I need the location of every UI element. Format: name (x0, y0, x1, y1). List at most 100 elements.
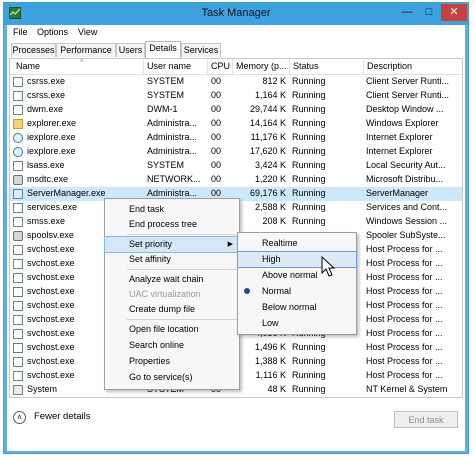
description: Spooler SubSyste... (366, 230, 446, 240)
column-divider[interactable] (363, 59, 364, 74)
table-row[interactable]: explorer.exe Administra... 00 14,164 K Runni… (10, 117, 462, 131)
tab-users[interactable]: Users (116, 43, 145, 57)
menu-separator (127, 234, 237, 235)
description: Host Process for ... (366, 244, 443, 254)
column-divider[interactable] (143, 59, 144, 74)
user-name: Administra... (147, 118, 198, 128)
printer-icon (13, 231, 23, 241)
tab-services[interactable]: Services (181, 43, 221, 57)
process-icon (13, 161, 23, 171)
column-divider[interactable] (289, 59, 290, 74)
priority-normal[interactable]: Normal (238, 284, 356, 299)
end-task-button[interactable]: End task (394, 411, 458, 428)
column-divider[interactable] (207, 59, 208, 74)
table-row[interactable]: lsass.exe SYSTEM 00 3,424 K Running Local Sec… (10, 159, 462, 173)
process-icon (13, 329, 23, 339)
close-button[interactable]: ✕ (441, 4, 467, 21)
table-row[interactable]: iexplore.exe Administra... 00 11,176 K Runni… (10, 131, 462, 145)
description: ServerManager (366, 188, 429, 198)
menu-properties[interactable]: Properties (105, 354, 239, 369)
priority-realtime[interactable]: Realtime (238, 236, 356, 251)
menu-set-affinity[interactable]: Set affinity (105, 252, 239, 267)
status-text: Running (292, 146, 326, 156)
status-text: Running (292, 104, 326, 114)
cpu-value: 00 (211, 132, 222, 142)
process-icon (13, 259, 23, 269)
priority-low[interactable]: Low (238, 316, 356, 331)
table-header: ˄ Name User name CPU Memory (p... Status… (10, 59, 462, 75)
chevron-up-icon[interactable]: ˄ (13, 411, 26, 424)
column-header-status[interactable]: Status (293, 61, 353, 71)
menu-separator (127, 319, 237, 320)
column-divider[interactable] (232, 59, 233, 74)
process-name: dwm.exe (27, 104, 64, 114)
menu-analyze-wait-chain[interactable]: Analyze wait chain (105, 272, 239, 287)
priority-high[interactable]: High (237, 251, 357, 268)
table-row[interactable]: csrss.exe SYSTEM 00 1,164 K Running Client Se… (10, 89, 462, 103)
menu-view[interactable]: View (78, 27, 97, 37)
column-header-user-name[interactable]: User name (147, 61, 207, 71)
tab-processes[interactable]: Processes (11, 43, 56, 57)
menu-end-process-tree[interactable]: End process tree (105, 217, 239, 232)
menu-create-dump-file[interactable]: Create dump file (105, 302, 239, 317)
description: Internet Explorer (366, 146, 433, 156)
priority-normal-label: Normal (262, 286, 292, 296)
description: Windows Explorer (366, 118, 439, 128)
tab-details[interactable]: Details (145, 41, 181, 58)
gear-icon (13, 175, 23, 185)
priority-above-normal[interactable]: Above normal (238, 268, 356, 283)
menu-search-online[interactable]: Search online (105, 338, 239, 353)
process-icon (13, 371, 23, 381)
memory-value: 812 K (262, 76, 286, 86)
column-header-memory[interactable]: Memory (p... (236, 61, 292, 71)
user-name: Administra... (147, 188, 198, 198)
process-icon (13, 203, 23, 213)
menu-set-priority[interactable]: Set priority ▶ (104, 236, 240, 253)
menu-options[interactable]: Options (37, 27, 68, 37)
menu-open-file-location[interactable]: Open file location (105, 322, 239, 337)
process-name: csrss.exe (27, 76, 66, 86)
process-icon (13, 217, 23, 227)
title-bar[interactable]: Task Manager — □ ✕ (4, 3, 468, 25)
description: Windows Session ... (366, 216, 448, 226)
maximize-button[interactable]: □ (418, 4, 440, 21)
process-icon (13, 105, 23, 115)
memory-value: 29,744 K (249, 104, 286, 114)
column-header-name[interactable]: Name (16, 61, 136, 71)
status-text: Running (292, 132, 326, 142)
menu-go-to-services[interactable]: Go to service(s) (105, 370, 239, 385)
column-header-description[interactable]: Description (367, 61, 457, 71)
priority-below-normal[interactable]: Below normal (238, 300, 356, 315)
table-row[interactable]: System Idle ProcessSYSTEM9924 KRunningPe… (10, 397, 462, 398)
process-icon (13, 273, 23, 283)
user-name: Administra... (147, 146, 198, 156)
explorer-icon (13, 119, 23, 129)
memory-value: 3,424 K (254, 160, 286, 170)
submenu-arrow-icon: ▶ (227, 241, 233, 248)
tab-performance[interactable]: Performance (56, 43, 116, 57)
menu-file[interactable]: File (13, 27, 28, 37)
fewer-details-link[interactable]: Fewer details (34, 411, 91, 422)
description: Host Process for ... (366, 314, 443, 324)
table-row[interactable]: iexplore.exe Administra... 00 17,620 K Runni… (10, 145, 462, 159)
table-row[interactable]: dwm.exe DWM-1 00 29,744 K Running Desktop Win… (10, 103, 462, 117)
menu-bar: File Options View (7, 25, 465, 40)
process-icon (13, 315, 23, 325)
minimize-button[interactable]: — (396, 4, 418, 21)
memory-value: 17,620 K (249, 146, 286, 156)
mouse-pointer-icon (321, 256, 336, 277)
table-row[interactable]: msdtc.exe NETWORK... 00 1,220 K Running Micro… (10, 173, 462, 187)
table-row[interactable]: csrss.exe SYSTEM 00 812 K Running Client Serv… (10, 75, 462, 89)
user-name: Administra... (147, 132, 198, 142)
description: Host Process for ... (366, 272, 443, 282)
status-text: Running (292, 188, 326, 198)
internet-explorer-icon (13, 133, 23, 143)
process-name: csrss.exe (27, 90, 66, 100)
priority-submenu: Realtime High Above normal Normal Below … (237, 232, 357, 335)
user-name: NETWORK... (147, 174, 201, 184)
menu-end-task[interactable]: End task (105, 202, 239, 217)
status-text: Running (292, 90, 326, 100)
cpu-value: 00 (211, 76, 222, 86)
column-header-cpu[interactable]: CPU (211, 61, 231, 71)
description: Client Server Runti... (366, 76, 450, 86)
